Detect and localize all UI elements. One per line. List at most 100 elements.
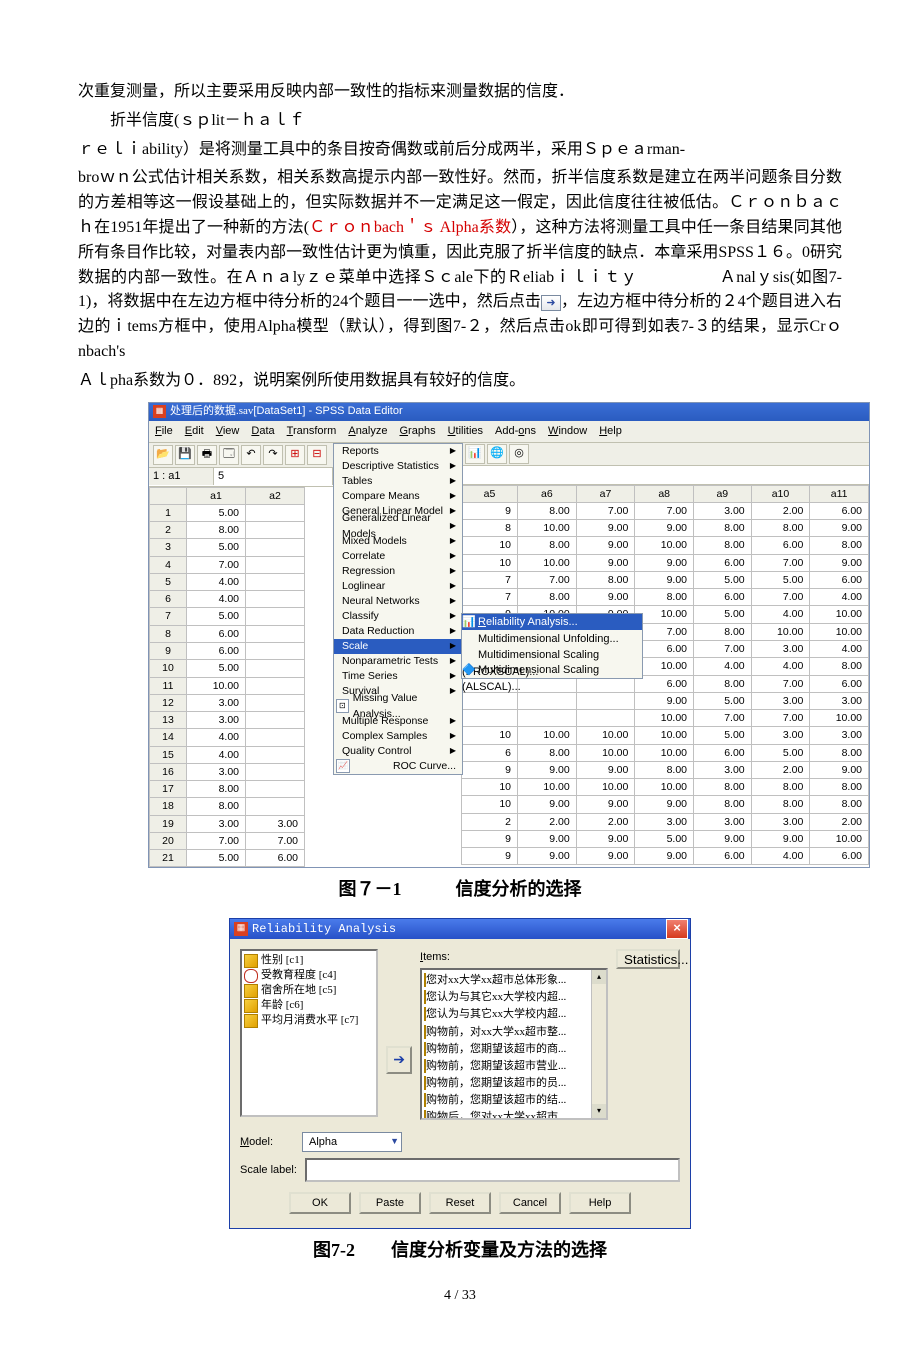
col[interactable]: a5 [462,485,518,502]
menu-file[interactable]: File [155,423,173,440]
cell[interactable]: 4.00 [751,606,810,623]
cell[interactable]: 7.00 [751,554,810,571]
cell[interactable]: 9.00 [810,554,869,571]
cell[interactable]: 7 [462,589,518,606]
edit-value[interactable]: 5 [214,468,333,485]
cell[interactable]: 10 [462,727,518,744]
cell[interactable]: 6.00 [810,571,869,588]
cell[interactable]: 10 [462,554,518,571]
menu-transform[interactable]: Transform [287,423,337,440]
cell[interactable]: 8.00 [694,537,752,554]
cell[interactable]: 5.00 [187,850,246,867]
cell[interactable]: 3.00 [187,815,246,832]
mi-reports[interactable]: Reports▶ [334,444,462,459]
analyze-dropdown[interactable]: Reports▶ Descriptive Statistics▶ Tables▶… [333,443,463,775]
cell[interactable]: 9.00 [518,761,577,778]
cell[interactable]: 4.00 [810,589,869,606]
mi-gzlm[interactable]: Generalized Linear Models▶ [334,519,462,534]
scroll-down-icon[interactable]: ▾ [592,1104,606,1118]
cell[interactable]: 10.00 [518,779,577,796]
mi-roc[interactable]: 📈ROC Curve... [334,759,462,774]
cell[interactable]: 5.00 [694,571,752,588]
save-icon[interactable]: 💾 [175,445,195,465]
close-button[interactable]: × [666,919,688,939]
list-item[interactable]: 购物前，您期望该超市营业... [424,1058,604,1075]
cell[interactable]: 4.00 [187,591,246,608]
cell[interactable]: 2.00 [751,502,810,519]
cell[interactable]: 3.00 [694,502,752,519]
cell[interactable]: 9.00 [635,554,694,571]
mi-timeser[interactable]: Time Series▶ [334,669,462,684]
cell[interactable]: 3.00 [187,694,246,711]
cell[interactable]: 9.00 [635,692,694,709]
scroll-up-icon[interactable]: ▴ [592,970,606,984]
cell[interactable]: 7 [462,571,518,588]
cell[interactable]: 8.00 [187,522,246,539]
cell[interactable] [462,710,518,727]
cell[interactable]: 8.00 [810,796,869,813]
mi-regr[interactable]: Regression▶ [334,564,462,579]
cell[interactable]: 10.00 [810,710,869,727]
find-icon[interactable]: ⊟ [307,445,327,465]
menu-data[interactable]: Data [251,423,274,440]
cell[interactable]: 6 [462,744,518,761]
cell[interactable]: 10.00 [518,554,577,571]
sm-alscal[interactable]: 🔷Multidimensional Scaling (ALSCAL)... [462,662,642,678]
cell[interactable]: 3.00 [751,641,810,658]
ok-button[interactable]: OK [289,1192,351,1214]
cell[interactable]: 10.00 [576,744,635,761]
list-item[interactable]: 购物后，您对xx大学xx超市... [424,1109,604,1121]
mi-compare[interactable]: Compare Means▶ [334,489,462,504]
cell[interactable]: 5.00 [694,606,752,623]
cell[interactable]: 10.00 [751,623,810,640]
cell[interactable]: 9 [462,848,518,865]
cell[interactable]: 7.00 [751,710,810,727]
cell[interactable]: 2.00 [810,813,869,830]
cell[interactable]: 5.00 [187,539,246,556]
sets-icon[interactable]: ◎ [509,444,529,464]
available-vars-list[interactable]: 性别 [c1] 受教育程度 [c4] 宿舍所在地 [c5] 年龄 [c6] 平均… [240,949,378,1117]
list-item[interactable]: 宿舍所在地 [c5] [244,983,374,998]
cell[interactable]: 3.00 [751,813,810,830]
cell[interactable]: 7.00 [694,641,752,658]
list-item[interactable]: 年龄 [c6] [244,998,374,1013]
cell[interactable]: 8.00 [187,798,246,815]
cell[interactable]: 7.00 [246,832,305,849]
cell[interactable]: 5.00 [187,660,246,677]
col[interactable]: a6 [518,485,577,502]
col[interactable]: a7 [576,485,635,502]
list-item[interactable]: 购物前，您期望该超市的商... [424,1041,604,1058]
cell[interactable]: 8.00 [810,658,869,675]
col-a2[interactable]: a2 [246,487,305,504]
menu-help[interactable]: Help [599,423,622,440]
cell[interactable]: 10.00 [635,744,694,761]
cell[interactable]: 5.00 [751,571,810,588]
cell[interactable]: 8 [462,520,518,537]
cell[interactable]: 3.00 [694,761,752,778]
list-item[interactable]: 购物前，对xx大学xx超市整... [424,1024,604,1041]
cell[interactable]: 5.00 [694,692,752,709]
cell[interactable]: 8.00 [694,623,752,640]
cell[interactable]: 6.00 [694,589,752,606]
mi-scale[interactable]: Scale▶ [334,639,462,654]
cell[interactable]: 10.00 [187,677,246,694]
cell[interactable]: 10.00 [635,727,694,744]
cell[interactable]: 6.00 [187,625,246,642]
cell[interactable]: 5.00 [187,504,246,521]
cell[interactable]: 10.00 [810,606,869,623]
cell[interactable]: 7.00 [635,623,694,640]
cancel-button[interactable]: Cancel [499,1192,561,1214]
cell[interactable]: 8.00 [694,796,752,813]
list-item[interactable]: 您对xx大学xx超市总体形象... [424,972,604,989]
mi-classify[interactable]: Classify▶ [334,609,462,624]
cell[interactable]: 6.00 [694,744,752,761]
mi-qc[interactable]: Quality Control▶ [334,744,462,759]
reset-button[interactable]: Reset [429,1192,491,1214]
cell[interactable]: 3.00 [751,727,810,744]
cell[interactable]: 7.00 [518,571,577,588]
sm-unfolding[interactable]: Multidimensional Unfolding... [462,630,642,646]
cell[interactable]: 9.00 [518,796,577,813]
cell[interactable]: 9.00 [635,571,694,588]
cell[interactable]: 8.00 [635,589,694,606]
cell[interactable]: 9.00 [635,520,694,537]
